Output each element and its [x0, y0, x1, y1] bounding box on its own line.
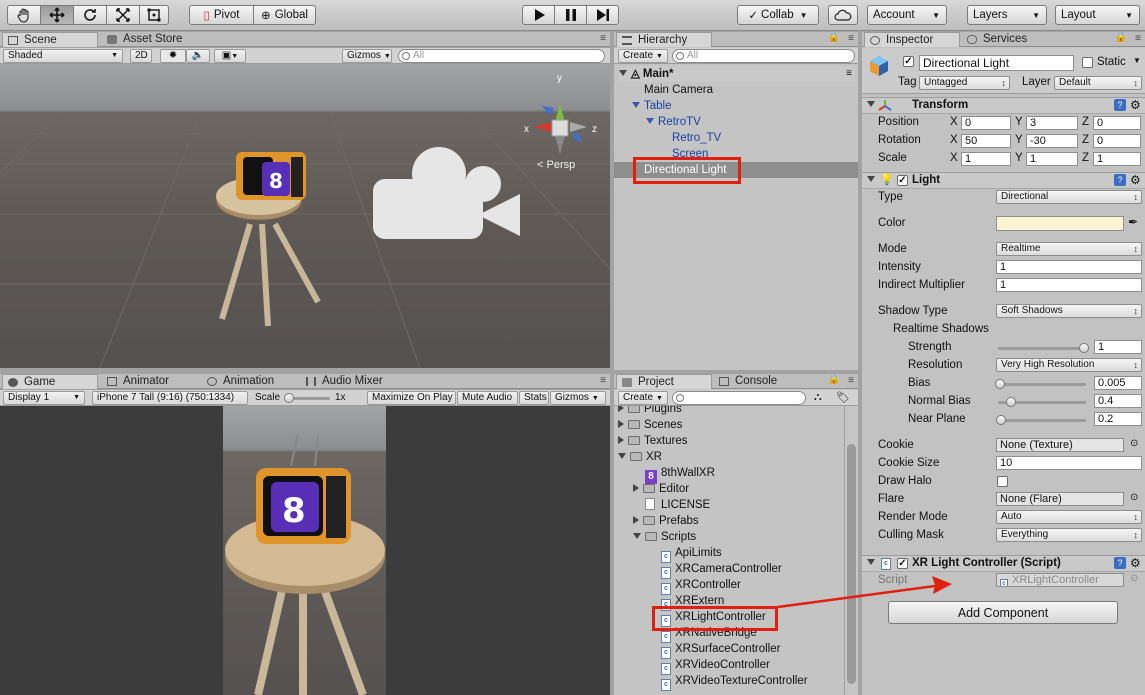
- annotation-arrow: [777, 576, 952, 609]
